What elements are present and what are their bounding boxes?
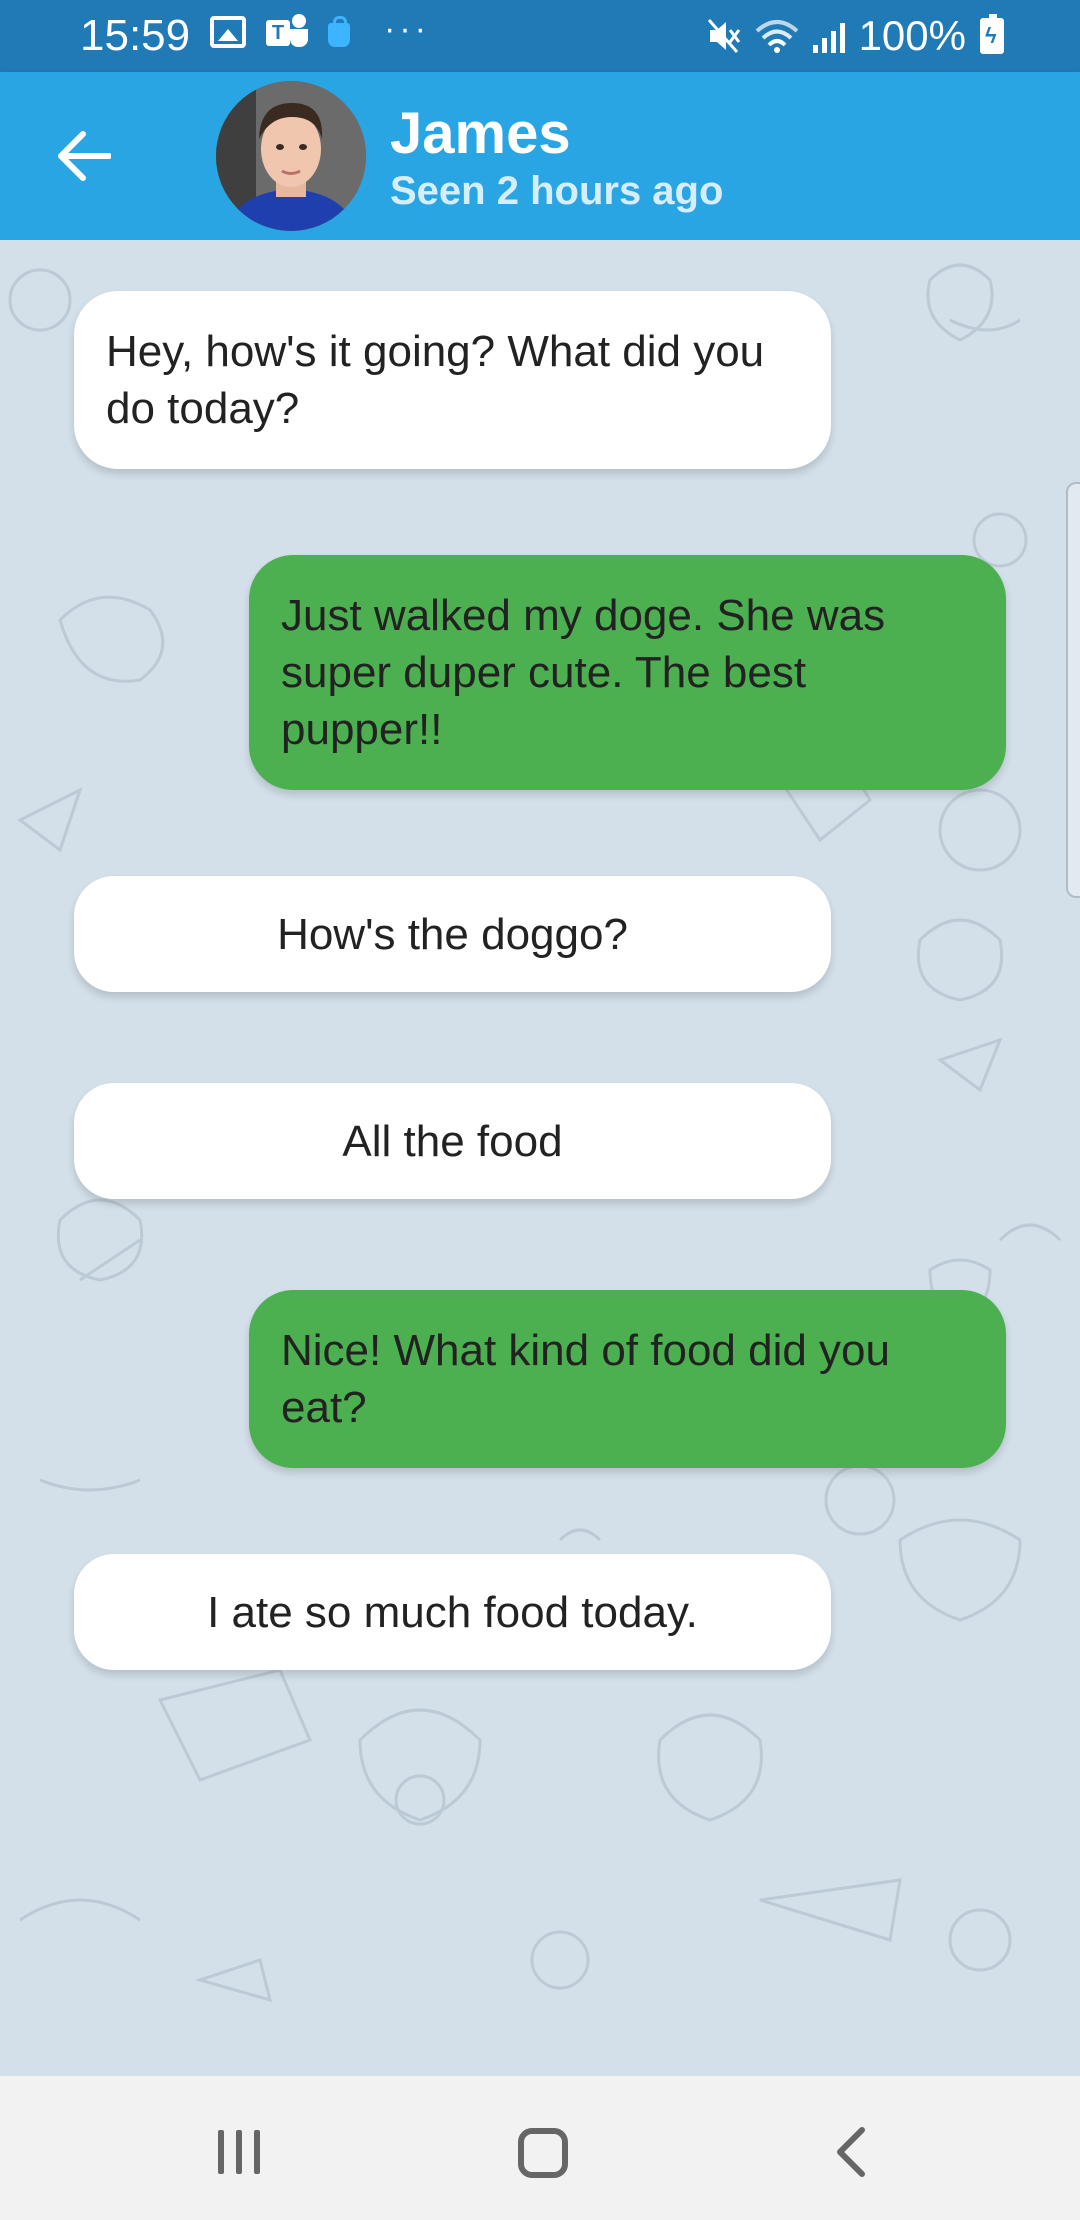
teams-letter: T xyxy=(266,20,290,46)
signal-icon xyxy=(812,19,845,53)
back-icon[interactable] xyxy=(828,2126,880,2178)
home-icon[interactable] xyxy=(518,2128,568,2178)
contact-status: Seen 2 hours ago xyxy=(390,169,724,213)
arrow-left-icon xyxy=(58,131,111,181)
chat-area[interactable]: Hey, how's it going? What did you do tod… xyxy=(0,240,1080,2076)
shopping-bag-icon xyxy=(328,16,350,47)
message-outgoing: Nice! What kind of food did you eat? xyxy=(249,1290,1006,1468)
scroll-indicator[interactable] xyxy=(1066,482,1080,898)
message-text: Just walked my doge. She was super duper… xyxy=(281,591,886,754)
gallery-icon xyxy=(210,16,246,48)
reply-option-text: I ate so much food today. xyxy=(207,1587,698,1637)
notification-icons: T ··· xyxy=(210,10,430,50)
message-text: Hey, how's it going? What did you do tod… xyxy=(106,327,765,433)
more-icon: ··· xyxy=(384,10,430,48)
battery-percent: 100% xyxy=(858,12,966,59)
back-button[interactable] xyxy=(52,124,116,188)
avatar[interactable] xyxy=(216,81,366,231)
wifi-icon xyxy=(755,20,798,53)
message-outgoing: Just walked my doge. She was super duper… xyxy=(249,555,1006,790)
reply-option[interactable]: I ate so much food today. xyxy=(74,1554,831,1670)
teams-icon: T xyxy=(266,14,308,50)
reply-option-text: How's the doggo? xyxy=(277,909,628,959)
contact-name[interactable]: James xyxy=(390,102,571,166)
mute-icon xyxy=(707,19,740,53)
reply-option-text: All the food xyxy=(342,1116,563,1166)
chat-header: James Seen 2 hours ago xyxy=(0,72,1080,240)
status-bar: 15:59 T ··· 100% xyxy=(0,0,1080,72)
reply-option[interactable]: All the food xyxy=(74,1083,831,1199)
battery-charging-icon xyxy=(980,14,1004,54)
status-time: 15:59 xyxy=(80,11,191,60)
system-icons: 100% xyxy=(707,12,1004,60)
message-text: Nice! What kind of food did you eat? xyxy=(281,1326,890,1432)
reply-option[interactable]: How's the doggo? xyxy=(74,876,831,992)
system-nav-bar xyxy=(0,2076,1080,2220)
message-incoming: Hey, how's it going? What did you do tod… xyxy=(74,291,831,469)
recent-apps-icon[interactable] xyxy=(218,2130,260,2174)
avatar-photo xyxy=(216,81,366,231)
